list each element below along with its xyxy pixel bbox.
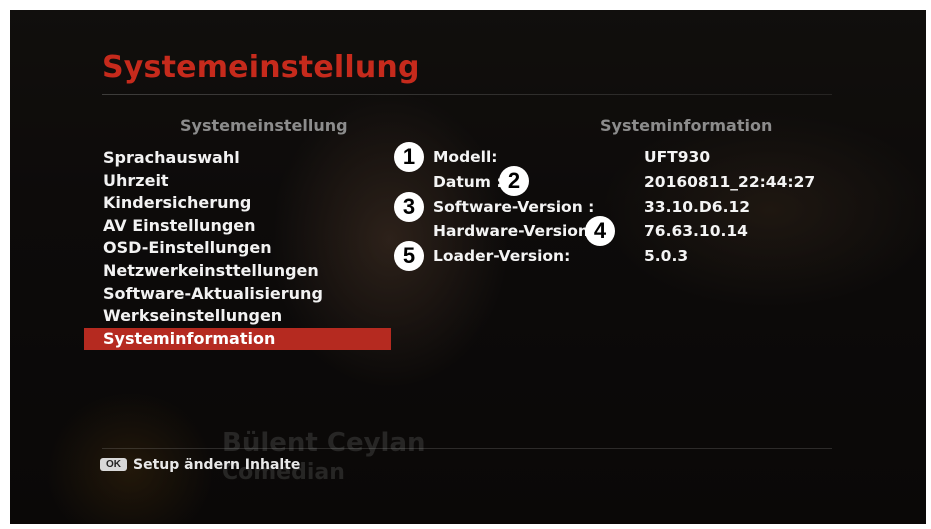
info-label-hardware-version: Hardware-Version: [433,222,596,240]
page-title: Systemeinstellung [102,50,420,85]
title-divider [102,94,832,95]
callout-badge-1: 1 [394,142,424,172]
footer-hint-text: Setup ändern Inhalte [133,457,301,473]
info-value-datum: 20160811_22:44:27 [644,173,816,191]
info-value-hardware-version: 76.63.10.14 [644,222,748,240]
callout-badge-3: 3 [394,192,424,222]
info-label-software-version: Software-Version : [433,198,595,216]
info-column-header: Systeminformation [600,116,773,135]
menu-item-sprachauswahl[interactable]: Sprachauswahl [84,147,391,170]
menu-item-uhrzeit[interactable]: Uhrzeit [84,170,391,193]
ok-key-icon: OK [100,458,127,471]
menu-item-software-aktualisierung[interactable]: Software-Aktualisierung [84,283,391,306]
menu-item-netzwerkeinstellungen[interactable]: Netzwerkeinsttellungen [84,260,391,283]
menu-item-osd-einstellungen[interactable]: OSD-Einstellungen [84,237,391,260]
menu-item-av-einstellungen[interactable]: AV Einstellungen [84,215,391,238]
callout-badge-2: 2 [499,166,529,196]
footer-divider [102,448,832,449]
menu-item-kindersicherung[interactable]: Kindersicherung [84,192,391,215]
callout-badge-4: 4 [585,216,615,246]
menu-item-systeminformation[interactable]: Systeminformation [84,327,391,351]
callout-badge-5: 5 [394,241,424,271]
info-label-loader-version: Loader-Version: [433,247,571,265]
settings-menu: Sprachauswahl Uhrzeit Kindersicherung AV… [84,147,391,351]
info-value-software-version: 33.10.D6.12 [644,198,751,216]
tv-screen: Bülent Ceylan Comedian Systemeinstellung… [10,10,926,524]
menu-item-werkseinstellungen[interactable]: Werkseinstellungen [84,305,391,328]
info-label-modell: Modell: [433,148,498,166]
info-label-datum: Datum : [433,173,503,191]
menu-column-header: Systemeinstellung [180,116,348,135]
footer-hint: OK Setup ändern Inhalte [100,457,300,473]
info-value-modell: UFT930 [644,148,711,166]
info-value-loader-version: 5.0.3 [644,247,689,265]
